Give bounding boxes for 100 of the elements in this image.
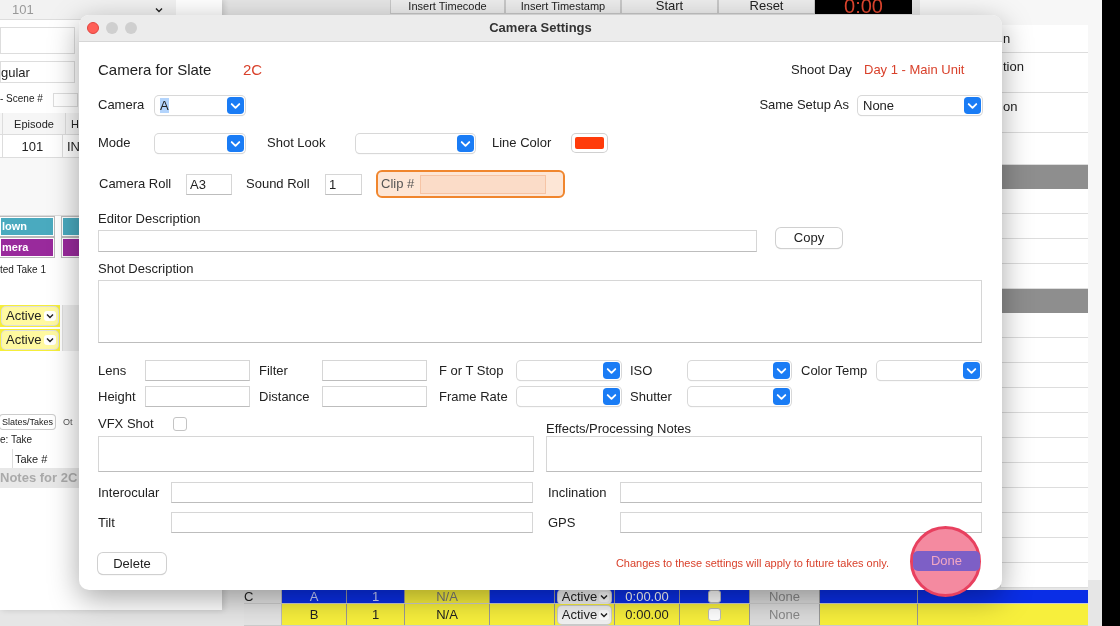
field-label: Inclination xyxy=(548,484,608,501)
field-label: ted Take 1 xyxy=(0,263,46,277)
field-label: Height xyxy=(98,388,137,405)
field-label: Filter xyxy=(259,362,289,379)
dropdown[interactable]: Active xyxy=(2,307,59,325)
section-header: Notes for 2C xyxy=(0,468,80,488)
table-cell: 0:00.00 xyxy=(615,604,680,625)
tag-button[interactable]: mera xyxy=(0,238,54,257)
input-field[interactable] xyxy=(322,386,427,407)
zoom-button[interactable] xyxy=(125,22,137,34)
delete-button[interactable]: Delete xyxy=(98,552,166,574)
chevron-down-icon xyxy=(227,96,244,114)
field-label: Camera Roll xyxy=(98,176,173,192)
field-label: - Scene # xyxy=(0,92,43,106)
dropdown[interactable] xyxy=(688,361,791,380)
field-label: VFX Shot xyxy=(98,415,155,432)
field-label: GPS xyxy=(548,514,577,531)
dropdown[interactable] xyxy=(688,387,791,406)
minimize-button[interactable] xyxy=(106,22,118,34)
chevron-down-icon xyxy=(603,362,620,379)
input-field[interactable] xyxy=(620,482,982,503)
field-label: Shot Look xyxy=(267,135,327,151)
dropdown[interactable]: Active xyxy=(2,331,59,349)
input-field[interactable]: gular xyxy=(0,61,75,83)
table-cell: C xyxy=(244,590,282,603)
field-label: Lens xyxy=(98,362,128,379)
toolbar-button[interactable]: Start xyxy=(621,0,718,14)
dropdown[interactable] xyxy=(517,361,621,380)
field-label: e: Take xyxy=(0,433,33,447)
chevron-down-icon xyxy=(964,96,981,114)
field-label: ISO xyxy=(630,362,654,379)
input-field[interactable]: A3 xyxy=(186,173,232,195)
checkbox[interactable] xyxy=(708,608,721,621)
dropdown[interactable] xyxy=(517,387,621,406)
input-field[interactable]: 1 xyxy=(325,173,362,195)
table-cell: None xyxy=(750,604,820,625)
field-label: Shot Description xyxy=(98,261,195,277)
dropdown[interactable]: Active xyxy=(557,605,612,624)
table-cell: 101 xyxy=(2,135,63,157)
chevron-down-icon xyxy=(45,335,56,345)
input-field[interactable] xyxy=(322,360,427,381)
chevron-down-icon xyxy=(773,388,790,405)
chevron-down-icon xyxy=(457,134,474,152)
field-label: Mode xyxy=(98,135,132,151)
input-field[interactable] xyxy=(98,436,534,472)
field-label: F or T Stop xyxy=(439,362,505,379)
input-field[interactable] xyxy=(145,360,250,381)
checkbox[interactable] xyxy=(708,590,721,603)
dropdown[interactable] xyxy=(356,133,475,153)
tag-button[interactable] xyxy=(62,238,80,257)
input-field[interactable] xyxy=(546,436,982,472)
dropdown[interactable]: A xyxy=(155,95,245,115)
field-label: Tilt xyxy=(98,514,116,531)
warning-message: Changes to these settings will apply to future takes only. xyxy=(615,555,889,571)
field-label: Color Temp xyxy=(801,362,869,379)
dropdown[interactable] xyxy=(877,361,981,380)
input-field[interactable] xyxy=(620,512,982,533)
field-label: Shoot Day xyxy=(791,62,853,78)
chevron-down-icon xyxy=(773,362,790,379)
toolbar-button[interactable]: Insert Timecode xyxy=(390,0,505,14)
field-label: Sound Roll xyxy=(246,176,311,192)
field-label: Shutter xyxy=(630,388,673,405)
table-cell: B xyxy=(282,604,347,625)
toolbar-button[interactable]: Reset xyxy=(718,0,815,14)
close-button[interactable] xyxy=(87,22,99,34)
input-field[interactable] xyxy=(0,27,75,54)
window-title: Camera Settings xyxy=(489,19,592,38)
table-cell: N/A xyxy=(405,604,490,625)
input-field[interactable] xyxy=(53,93,78,107)
copy-button[interactable]: Copy xyxy=(776,228,842,248)
input-field[interactable] xyxy=(98,230,757,252)
field-label: Same Setup As xyxy=(759,97,849,113)
chevron-down-icon xyxy=(603,388,620,405)
tag-button[interactable] xyxy=(62,217,80,236)
timer-display: 0:00 xyxy=(815,0,912,14)
dropdown[interactable]: None xyxy=(858,95,982,115)
table-cell: N/A xyxy=(405,590,490,603)
input-field[interactable] xyxy=(145,386,250,407)
field-label: Line Color xyxy=(492,135,553,151)
input-field[interactable] xyxy=(171,482,533,503)
tab[interactable]: Ot xyxy=(61,415,75,429)
table-cell xyxy=(244,604,282,625)
field-label: Interocular xyxy=(98,484,161,501)
field-label: Distance xyxy=(259,388,311,405)
toolbar-button[interactable]: Insert Timestamp xyxy=(505,0,621,14)
table-cell: None xyxy=(750,590,820,603)
dropdown[interactable] xyxy=(155,133,245,153)
chevron-down-icon xyxy=(963,362,980,379)
field-label: Camera xyxy=(98,97,146,113)
input-field[interactable] xyxy=(171,512,533,533)
checkbox[interactable] xyxy=(173,416,187,431)
color-well[interactable] xyxy=(572,134,607,152)
tab[interactable]: Slates/Takes xyxy=(0,415,56,429)
field-value: Day 1 - Main Unit xyxy=(864,61,966,80)
input-field[interactable]: Clip # xyxy=(376,170,565,198)
table-cell-text: IN xyxy=(66,138,80,156)
field-label: Frame Rate xyxy=(439,388,509,405)
field-label: Effects/Processing Notes xyxy=(546,421,691,437)
input-field[interactable] xyxy=(98,280,982,343)
column-header: Episode xyxy=(3,113,66,134)
